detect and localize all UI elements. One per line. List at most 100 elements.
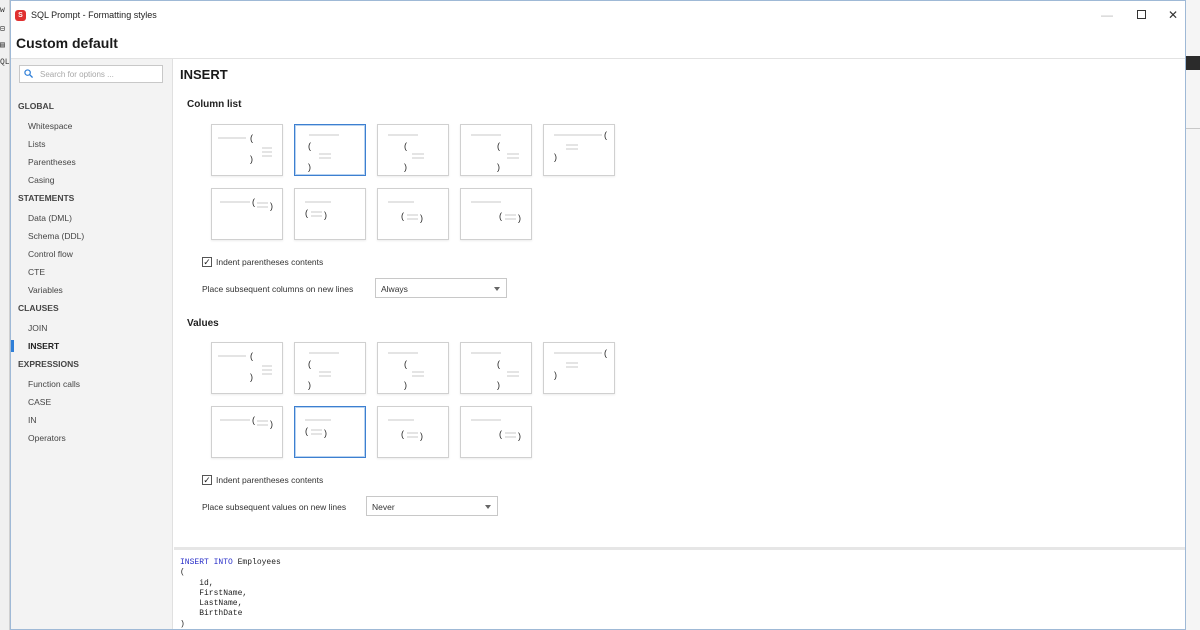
code-line: ) [180, 619, 185, 629]
subsequent-columns-value: Always [381, 284, 408, 294]
values-style-preview-icon: () [308, 352, 339, 390]
column-list-style-preview-icon: () [308, 134, 339, 172]
column-list-style-preview-icon: () [554, 130, 607, 162]
column-list-style-preview-icon: () [471, 134, 519, 172]
code-line: LastName, [180, 599, 243, 609]
svg-text:(: ( [250, 133, 253, 143]
formatting-styles-window: S SQL Prompt - Formatting styles — ✕ Cus… [10, 0, 1186, 630]
svg-text:): ) [270, 419, 273, 429]
code-line: BirthDate [180, 609, 243, 619]
svg-text:(: ( [305, 426, 308, 436]
svg-text:): ) [270, 201, 273, 211]
background-editor-strip: w ⊟ ▤ QL [0, 0, 10, 630]
title-bar: S SQL Prompt - Formatting styles — ✕ [11, 1, 1185, 29]
svg-text:): ) [420, 431, 423, 441]
svg-text:): ) [250, 154, 253, 164]
sidebar-item-parentheses[interactable]: Parentheses [28, 157, 76, 167]
svg-text:(: ( [604, 130, 607, 140]
column-list-style-option[interactable]: () [294, 124, 366, 176]
column-list-style-option[interactable]: () [377, 124, 449, 176]
svg-text:(: ( [308, 141, 311, 151]
svg-text:(: ( [252, 197, 255, 207]
sidebar-item-schema-ddl[interactable]: Schema (DDL) [28, 231, 84, 241]
values-style-option[interactable]: () [377, 406, 449, 458]
svg-text:): ) [308, 380, 311, 390]
svg-text:): ) [308, 162, 311, 172]
style-name: Custom default [16, 35, 118, 51]
svg-text:(: ( [404, 359, 407, 369]
search-icon [24, 69, 33, 78]
values-section-title: Values [187, 318, 219, 329]
subsequent-values-value: Never [372, 502, 395, 512]
column-list-style-option[interactable]: () [460, 124, 532, 176]
sidebar-item-data-dml[interactable]: Data (DML) [28, 213, 72, 223]
column-list-style-option[interactable]: () [211, 124, 283, 176]
sidebar-item-operators[interactable]: Operators [28, 433, 66, 443]
sidebar-heading-clauses: CLAUSES [18, 303, 59, 313]
svg-text:(: ( [401, 429, 404, 439]
sidebar-item-insert[interactable]: INSERT [28, 341, 59, 351]
sidebar-heading-statements: STATEMENTS [18, 193, 75, 203]
svg-text:): ) [518, 431, 521, 441]
column-list-style-option[interactable]: () [460, 188, 532, 240]
svg-text:): ) [518, 213, 521, 223]
sidebar-item-whitespace[interactable]: Whitespace [28, 121, 72, 131]
search-box[interactable] [19, 65, 163, 83]
values-style-preview-icon: () [305, 419, 331, 438]
column-list-style-option[interactable]: () [377, 188, 449, 240]
svg-text:): ) [250, 372, 253, 382]
values-style-option[interactable]: () [460, 342, 532, 394]
sidebar-item-casing[interactable]: Casing [28, 175, 54, 185]
window-title: SQL Prompt - Formatting styles [31, 10, 157, 20]
values-style-option[interactable]: () [543, 342, 615, 394]
values-style-option[interactable]: () [294, 406, 366, 458]
column-list-indent-checkbox[interactable]: ✓ [202, 257, 212, 267]
search-input[interactable] [40, 67, 158, 81]
sql-prompt-app-icon: S [15, 10, 26, 21]
values-indent-label: Indent parentheses contents [216, 475, 324, 485]
column-list-style-option[interactable]: () [294, 188, 366, 240]
svg-text:(: ( [499, 429, 502, 439]
column-list-style-option[interactable]: () [211, 188, 283, 240]
values-style-option[interactable]: () [211, 342, 283, 394]
subsequent-values-dropdown[interactable]: Never [366, 496, 498, 516]
sidebar-item-join[interactable]: JOIN [28, 323, 47, 333]
svg-text:(: ( [250, 351, 253, 361]
maximize-button[interactable] [1133, 7, 1149, 23]
chevron-down-icon [485, 505, 491, 509]
options-sidebar: GLOBAL Whitespace Lists Parentheses Casing ST… [11, 59, 173, 629]
svg-text:): ) [554, 370, 557, 380]
sidebar-item-control-flow[interactable]: Control flow [28, 249, 73, 259]
values-style-option[interactable]: () [211, 406, 283, 458]
svg-text:): ) [324, 210, 327, 220]
sidebar-item-function-calls[interactable]: Function calls [28, 379, 80, 389]
sidebar-item-case[interactable]: CASE [28, 397, 51, 407]
subsequent-columns-label: Place subsequent columns on new lines [202, 284, 354, 294]
svg-text:(: ( [497, 141, 500, 151]
subsequent-columns-dropdown[interactable]: Always [375, 278, 507, 298]
sidebar-item-lists[interactable]: Lists [28, 139, 45, 149]
sidebar-item-variables[interactable]: Variables [28, 285, 63, 295]
column-list-style-preview-icon: () [388, 134, 424, 172]
sidebar-item-cte[interactable]: CTE [28, 267, 45, 277]
values-style-option[interactable]: () [460, 406, 532, 458]
sql-preview-pane: INSERT INTO Employees( id, FirstName, La… [174, 550, 1185, 629]
code-line: INSERT INTO Employees [180, 558, 281, 567]
values-style-option[interactable]: () [377, 342, 449, 394]
svg-text:): ) [554, 152, 557, 162]
chevron-down-icon [494, 287, 500, 291]
values-style-option[interactable]: () [294, 342, 366, 394]
column-list-style-preview-icon: () [218, 133, 272, 164]
svg-text:(: ( [404, 141, 407, 151]
svg-text:): ) [497, 162, 500, 172]
background-editor-strip-right [1186, 0, 1200, 630]
sidebar-item-in[interactable]: IN [28, 415, 37, 425]
column-list-style-option[interactable]: () [543, 124, 615, 176]
close-button[interactable]: ✕ [1165, 7, 1181, 23]
column-list-indent-label: Indent parentheses contents [216, 257, 324, 267]
code-line: ( [180, 568, 185, 578]
svg-text:): ) [404, 380, 407, 390]
values-style-preview-icon: () [471, 419, 521, 441]
minimize-button[interactable]: — [1099, 7, 1115, 23]
values-indent-checkbox[interactable]: ✓ [202, 475, 212, 485]
